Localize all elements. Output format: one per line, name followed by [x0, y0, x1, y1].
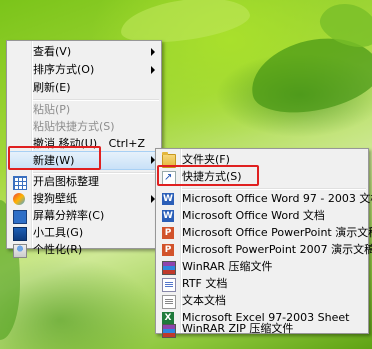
annotation-highlight-box: [157, 165, 259, 186]
menu-item-label: WinRAR 压缩文件: [182, 260, 273, 273]
winrar-icon: [162, 261, 176, 275]
menu-item-label: Microsoft Office Word 文档: [182, 209, 325, 222]
menu-item-view[interactable]: 查看(V): [9, 44, 159, 60]
word-icon: W: [162, 210, 174, 222]
word-icon: W: [162, 193, 174, 205]
menu-item-new-winrar-zip[interactable]: WinRAR ZIP 压缩文件: [158, 323, 366, 338]
menu-item-new-word-doc[interactable]: W Microsoft Office Word 文档: [158, 208, 366, 224]
winrar-zip-icon: [162, 324, 176, 338]
screen-icon: [13, 210, 27, 224]
desktop-context-menu: 查看(V) 排序方式(O) 刷新(E) 粘贴(P) 粘贴快捷方式(S) 撤消 移…: [6, 40, 162, 258]
menu-item-gadgets[interactable]: 小工具(G): [9, 225, 159, 241]
excel-icon: X: [162, 312, 174, 324]
menu-item-personalize[interactable]: 个性化(R): [9, 242, 159, 258]
menu-separator: [33, 99, 159, 101]
menu-item-sogou-wallpaper[interactable]: 搜狗壁纸: [9, 191, 159, 207]
menu-item-label: 排序方式(O): [33, 63, 95, 76]
menu-item-label: WinRAR ZIP 压缩文件: [182, 322, 294, 335]
menu-item-label: RTF 文档: [182, 277, 228, 290]
text-icon: [162, 295, 176, 309]
menu-item-label: 文本文档: [182, 294, 226, 307]
menu-item-icon-arrange[interactable]: 开启图标整理: [9, 174, 159, 190]
personalize-icon: [13, 244, 27, 258]
menu-item-new-rtf[interactable]: RTF 文档: [158, 276, 366, 292]
menu-item-new-powerpoint-2007[interactable]: P Microsoft PowerPoint 2007 演示文稿: [158, 242, 372, 258]
wallpaper-icon: [13, 193, 25, 205]
annotation-highlight-box: [8, 146, 101, 170]
menu-item-new-powerpoint[interactable]: P Microsoft Office PowerPoint 演示文稿: [158, 225, 372, 241]
menu-item-label: 小工具(G): [33, 226, 84, 239]
menu-item-label: 刷新(E): [33, 81, 71, 94]
gadget-icon: [13, 227, 27, 241]
menu-item-label: Microsoft Office PowerPoint 演示文稿: [182, 226, 372, 239]
menu-item-label: 开启图标整理: [33, 175, 99, 188]
menu-item-label: 查看(V): [33, 45, 72, 58]
menu-item-refresh[interactable]: 刷新(E): [9, 80, 159, 96]
menu-item-label: 粘贴快捷方式(S): [33, 120, 115, 133]
rtf-icon: [162, 278, 176, 292]
menu-item-new-text[interactable]: 文本文档: [158, 293, 366, 309]
submenu-arrow-icon: [151, 66, 155, 74]
powerpoint-icon: P: [162, 244, 174, 256]
menu-item-label: 搜狗壁纸: [33, 192, 77, 205]
menu-item-label: Microsoft PowerPoint 2007 演示文稿: [182, 243, 372, 256]
grid-icon: [13, 176, 27, 190]
menu-item-label: 粘贴(P): [33, 103, 71, 116]
submenu-arrow-icon: [151, 48, 155, 56]
menu-item-accelerator: Ctrl+Z: [108, 137, 145, 150]
menu-item-new-word-97-2003[interactable]: W Microsoft Office Word 97 - 2003 文档: [158, 191, 372, 207]
menu-item-paste[interactable]: 粘贴(P): [9, 102, 159, 118]
menu-item-label: 个性化(R): [33, 243, 83, 256]
menu-item-label: 屏幕分辨率(C): [33, 209, 105, 222]
powerpoint-icon: P: [162, 227, 174, 239]
menu-separator: [182, 188, 366, 190]
menu-item-new-winrar[interactable]: WinRAR 压缩文件: [158, 259, 366, 275]
menu-item-label: Microsoft Office Word 97 - 2003 文档: [182, 192, 372, 205]
menu-item-paste-shortcut[interactable]: 粘贴快捷方式(S): [9, 119, 159, 135]
menu-item-sort-by[interactable]: 排序方式(O): [9, 62, 159, 78]
menu-item-screen-resolution[interactable]: 屏幕分辨率(C): [9, 208, 159, 224]
